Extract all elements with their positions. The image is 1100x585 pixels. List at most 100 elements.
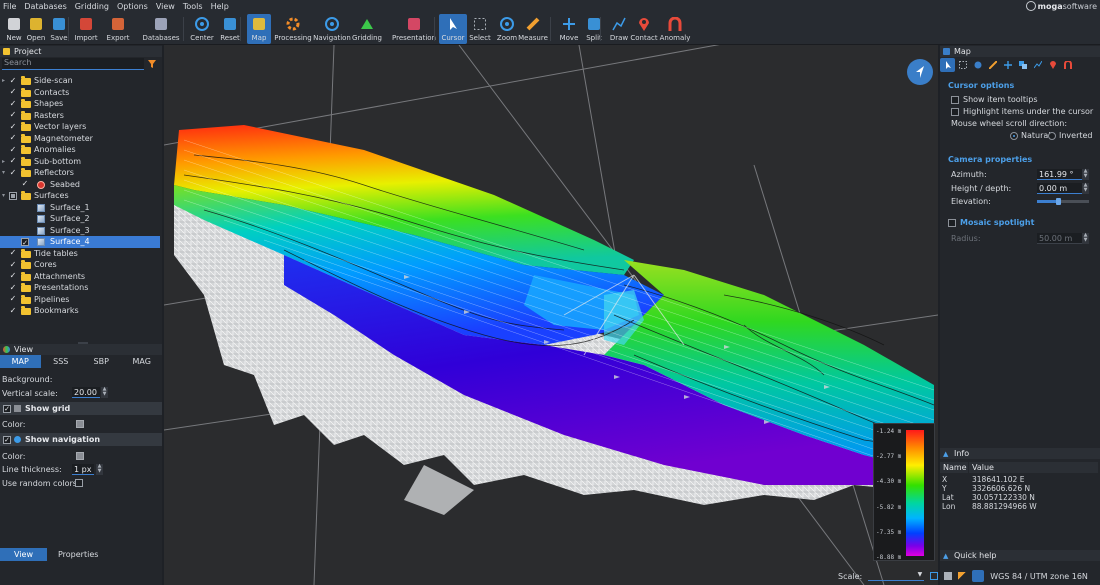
menu-help[interactable]: Help [211, 2, 229, 11]
grid-color-swatch[interactable] [76, 420, 84, 428]
visibility-checkbox[interactable]: ✓ [9, 168, 17, 177]
gridding-button[interactable]: Gridding [352, 14, 382, 44]
map-button[interactable]: Map [247, 14, 271, 44]
panel-tab-view[interactable]: View [0, 548, 47, 561]
azimuth-input[interactable]: 161.99 ° [1037, 169, 1083, 180]
show-tooltips-checkbox[interactable] [951, 96, 959, 104]
copy-coords-icon[interactable] [930, 572, 939, 580]
center-button[interactable]: Center [190, 14, 214, 44]
elevation-slider[interactable] [1037, 198, 1089, 205]
measure-button[interactable]: Measure [518, 14, 548, 44]
height-stepper[interactable]: ▲ ▼ [1082, 183, 1089, 194]
expand-arrow-icon[interactable]: ▾ [2, 169, 5, 176]
contact-button[interactable]: Contact [630, 14, 658, 44]
vertical-scale-stepper[interactable]: ▲ ▼ [101, 387, 108, 398]
select-mode-icon[interactable] [955, 58, 970, 72]
draw-button[interactable]: Draw [607, 14, 631, 44]
menu-gridding[interactable]: Gridding [75, 2, 109, 11]
view-tab-sbp[interactable]: SBP [81, 355, 122, 368]
ruler-icon[interactable] [958, 572, 967, 580]
show-navigation-bar[interactable]: ✓ Show navigation [0, 433, 162, 446]
move-mode-icon[interactable] [1000, 58, 1015, 72]
split-button[interactable]: Split [582, 14, 606, 44]
visibility-checkbox[interactable]: ✓ [9, 145, 17, 154]
vertical-scale-input[interactable]: 20.00 [72, 387, 100, 398]
show-grid-checkbox[interactable]: ✓ [3, 405, 11, 413]
menu-file[interactable]: File [3, 2, 16, 11]
visibility-checkbox[interactable]: ✓ [9, 157, 17, 165]
reset-button[interactable]: Reset [218, 14, 242, 44]
visibility-checkbox[interactable]: ✓ [9, 306, 17, 315]
visibility-checkbox[interactable]: ✓ [9, 295, 17, 303]
navigation-button[interactable]: Navigation [311, 14, 353, 44]
random-colors-checkbox[interactable] [75, 479, 83, 487]
height-input[interactable]: 0.00 m [1037, 183, 1083, 194]
tree-item-magnetometer[interactable]: ✓ Magnetometer [0, 133, 160, 145]
visibility-checkbox[interactable]: ✓ [9, 283, 17, 292]
tree-item-surface-4[interactable]: ✓ Surface_4 [0, 236, 160, 248]
contact-mode-icon[interactable] [1045, 58, 1060, 72]
visibility-checkbox[interactable]: ✓ [9, 249, 17, 257]
visibility-checkbox[interactable]: ✓ [21, 180, 29, 188]
mosaic-spotlight-checkbox[interactable] [948, 219, 956, 227]
elevation-slider-handle[interactable] [1055, 198, 1061, 205]
grid-toggle-icon[interactable] [944, 572, 953, 580]
cursor-button[interactable]: Cursor [439, 14, 467, 44]
menu-databases[interactable]: Databases [24, 2, 66, 11]
quick-help-header[interactable]: ▲ Quick help [940, 550, 1100, 561]
tree-item-sub-bottom[interactable]: ▸ ✓ Sub-bottom [0, 156, 160, 168]
tree-item-seabed[interactable]: ✓ Seabed [0, 179, 160, 191]
menu-options[interactable]: Options [117, 2, 148, 11]
collapse-info-icon[interactable]: ▲ [943, 450, 948, 458]
zoom-mode-icon[interactable] [970, 58, 985, 72]
tree-item-presentations[interactable]: ✓ Presentations [0, 282, 160, 294]
split-mode-icon[interactable] [1015, 58, 1030, 72]
tree-item-surface-1[interactable]: Surface_1 [0, 202, 160, 214]
view-tab-sss[interactable]: SSS [41, 355, 82, 368]
show-navigation-checkbox[interactable]: ✓ [3, 436, 11, 444]
anomaly-mode-icon[interactable] [1060, 58, 1075, 72]
tree-item-shapes[interactable]: ✓ Shapes [0, 98, 160, 110]
nav-color-swatch[interactable] [76, 452, 84, 460]
tree-item-contacts[interactable]: ✓ Contacts [0, 87, 160, 99]
compass-icon[interactable] [907, 59, 933, 85]
radius-stepper[interactable]: ▲ ▼ [1082, 233, 1089, 244]
map-3d-viewport[interactable]: -1.24 m -2.77 m -4.30 m -5.82 m -7.35 m -8.88… [164, 45, 938, 585]
move-button[interactable]: Move [557, 14, 581, 44]
tree-item-surfaces[interactable]: ▾ Surfaces [0, 190, 160, 202]
cursor-mode-icon[interactable] [940, 58, 955, 72]
visibility-checkbox[interactable]: ✓ [9, 88, 17, 96]
tree-item-rasters[interactable]: ✓ Rasters [0, 110, 160, 122]
visibility-checkbox[interactable]: ✓ [9, 76, 17, 85]
highlight-checkbox[interactable] [951, 108, 959, 116]
filter-icon[interactable] [148, 60, 156, 68]
processing-button[interactable]: Processing [272, 14, 314, 44]
view-tab-map[interactable]: MAP [0, 355, 41, 368]
expand-arrow-icon[interactable]: ▾ [2, 192, 5, 199]
azimuth-stepper[interactable]: ▲ ▼ [1082, 169, 1089, 180]
panel-tab-properties[interactable]: Properties [47, 548, 109, 561]
measure-mode-icon[interactable] [985, 58, 1000, 72]
visibility-checkbox[interactable]: ✓ [9, 272, 17, 280]
select-button[interactable]: Select [468, 14, 492, 44]
crs-icon[interactable] [972, 570, 985, 582]
tree-item-reflectors[interactable]: ▾ ✓ Reflectors [0, 167, 160, 179]
tree-item-tide-tables[interactable]: ✓ Tide tables [0, 248, 160, 260]
export-button[interactable]: Export [106, 14, 130, 44]
expand-arrow-icon[interactable]: ▸ [2, 158, 5, 165]
menu-view[interactable]: View [156, 2, 175, 11]
visibility-checkbox[interactable]: ✓ [9, 111, 17, 119]
line-thickness-input[interactable]: 1 px [72, 464, 94, 475]
new-button[interactable]: New [2, 14, 26, 44]
open-button[interactable]: Open [24, 14, 48, 44]
anomaly-button[interactable]: Anomaly [660, 14, 690, 44]
tree-item-vector-layers[interactable]: ✓ Vector layers [0, 121, 160, 133]
inverted-radio[interactable] [1048, 132, 1056, 140]
zoom-button[interactable]: Zoom [495, 14, 519, 44]
databases-button[interactable]: Databases [140, 14, 182, 44]
import-button[interactable]: Import [74, 14, 98, 44]
tree-item-surface-3[interactable]: Surface_3 [0, 225, 160, 237]
visibility-checkbox[interactable]: ✓ [9, 99, 17, 108]
scale-dropdown[interactable]: ▼ [868, 571, 925, 581]
tree-item-surface-2[interactable]: Surface_2 [0, 213, 160, 225]
